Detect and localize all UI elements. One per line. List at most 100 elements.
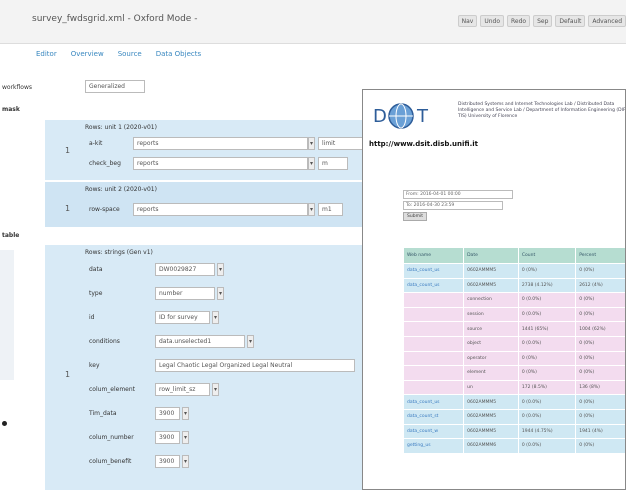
group-2-index: 1 [65,204,71,213]
group-1: Rows: unit 1 (2020-v01) 1 a-kit reports … [45,120,370,180]
dropdown-arrow-icon[interactable]: ▾ [308,203,315,216]
column-header[interactable]: Percent [575,247,625,264]
table-cell: 0 (0%) [517,350,577,367]
table-row: session 0 (0.0%) 0 (0%) [402,306,625,323]
field-input[interactable]: 3900 [155,455,180,468]
table-cell: 0 (0.0%) [517,335,577,352]
field-input[interactable]: 3900 [155,431,180,444]
table-cell: 0 (0%) [517,365,577,381]
table-cell[interactable]: data_count_us [402,394,465,410]
table-cell: 1441 (65%) [517,321,577,337]
field-input[interactable]: 3900 [155,407,180,420]
toolbar-button[interactable]: Sep [533,15,553,27]
editor-panel: workflows Generalized mask Rows: unit 1 … [0,70,370,490]
dropdown-arrow-icon[interactable]: ▾ [247,335,254,348]
tab-0[interactable]: Editor [36,50,57,58]
to-field[interactable]: To: 2016-04-30 23:59 [403,201,503,210]
app-window: survey_fwdsgrid.xml - Oxford Mode - Nav U… [0,0,626,490]
dropdown-arrow-icon[interactable]: ▾ [212,311,219,324]
field-extra[interactable]: m [318,157,348,170]
table-row: data_count_us 0602AMMM5 0 (0%) 0 (0%) [402,263,625,279]
field-input[interactable]: reports [133,137,308,150]
field-label: row-space [89,206,120,213]
table-cell: un [463,379,519,396]
table-cell[interactable]: data_count_st [402,408,465,425]
table-body: data_count_us 0602AMMM5 0 (0%) 0 (0%) data_c… [402,263,625,454]
column-header[interactable]: Count [517,247,577,264]
table-row: data_count_us 0602AMMM5 2738 (4.12%) 2612 (… [402,277,625,294]
org-text: Distributed Systems and Internet Technol… [458,102,626,119]
group-2: Rows: unit 2 (2020-v01) 1 row-space repo… [45,182,370,227]
field-label: colum_benefit [89,458,132,465]
table-cell: 172 (8.5%) [517,379,577,396]
dropdown-arrow-icon[interactable]: ▾ [182,455,189,468]
workflow-select[interactable]: Generalized [85,80,145,93]
dropdown-arrow-icon[interactable]: ▾ [217,263,224,276]
group-1-title: Rows: unit 1 (2020-v01) [85,124,157,131]
table-cell[interactable]: data_count_w [402,423,465,440]
column-header[interactable]: Date [463,247,519,264]
field-label: data [89,266,103,273]
field-input[interactable]: reports [133,157,308,170]
table-cell: 0602AMMM6 [463,438,519,454]
table-cell: 0 (0%) [575,306,625,323]
field-input[interactable]: ID for survey [155,311,210,324]
toolbar-button[interactable]: Advanced [588,15,626,27]
window-title: survey_fwdsgrid.xml - Oxford Mode - [32,14,198,24]
table-cell [402,379,465,396]
dropdown-arrow-icon[interactable]: ▾ [308,137,315,150]
table-row: operator 0 (0%) 0 (0%) [402,350,625,367]
dropdown-arrow-icon[interactable]: ▾ [182,407,189,420]
table-cell: 0 (0%) [575,263,625,279]
table-cell [402,335,465,352]
bullet-dot [2,421,7,426]
table-cell: 2612 (4%) [575,277,625,294]
from-field[interactable]: From: 2016-04-01 00:00 [403,190,513,199]
group-2-title: Rows: unit 2 (2020-v01) [85,186,157,193]
tab-3[interactable]: Data Objects [156,50,201,58]
section-table: table [2,232,20,239]
field-input[interactable]: number [155,287,215,300]
field-label: key [89,362,100,369]
dropdown-arrow-icon[interactable]: ▾ [308,157,315,170]
stats-table: Web name Date Count Percent data_count_us 06… [402,247,625,454]
svg-text:D: D [373,106,387,127]
side-gutter [0,250,14,380]
dropdown-arrow-icon[interactable]: ▾ [212,383,219,396]
toolbar-button[interactable]: Undo [480,15,505,27]
field-input[interactable]: data.unselected1 [155,335,245,348]
toolbar-button[interactable]: Default [555,15,586,27]
preview-window: D T Distributed Systems and Internet Tec… [362,89,626,490]
table-row: un 172 (8.5%) 136 (8%) [402,379,625,396]
field-input[interactable]: DW0029827 [155,263,215,276]
field-label: type [89,290,103,297]
site-url[interactable]: http://www.dsit.disb.unifi.it [369,140,478,148]
column-header[interactable]: Web name [402,247,465,264]
table-cell[interactable]: data_count_us [402,263,465,279]
table-cell [402,321,465,337]
tab-1[interactable]: Overview [71,50,104,58]
submit-button[interactable]: Submit [403,212,427,221]
toolbar-button[interactable]: Nav [457,15,478,27]
table-header-row: Web name Date Count Percent [402,247,625,264]
table-cell[interactable]: data_count_us [402,277,465,294]
field-input[interactable]: Legal Chaotic Legal Organized Legal Neut… [155,359,355,372]
table-cell: 0 (0.0%) [517,292,577,308]
table-row: connection 0 (0.0%) 0 (0%) [402,292,625,308]
table-cell: source [463,321,519,337]
field-input[interactable]: row_limit_sz [155,383,210,396]
table-cell[interactable]: getting_us [402,438,465,454]
table-cell [402,306,465,323]
field-extra[interactable]: m1 [318,203,343,216]
dropdown-arrow-icon[interactable]: ▾ [217,287,224,300]
field-label: check_beg [89,160,121,167]
table-row: data_count_st 0602AMMM5 0 (0.0%) 0 (0%) [402,408,625,425]
field-input[interactable]: reports [133,203,308,216]
toolbar-button[interactable]: Redo [507,15,531,27]
tab-2[interactable]: Source [118,50,142,58]
dropdown-arrow-icon[interactable]: ▾ [182,431,189,444]
table-row: object 0 (0.0%) 0 (0%) [402,335,625,352]
table-cell: 0602AMMM5 [463,277,519,294]
group-1-index: 1 [65,146,71,155]
field-extra[interactable]: limit [318,137,368,150]
